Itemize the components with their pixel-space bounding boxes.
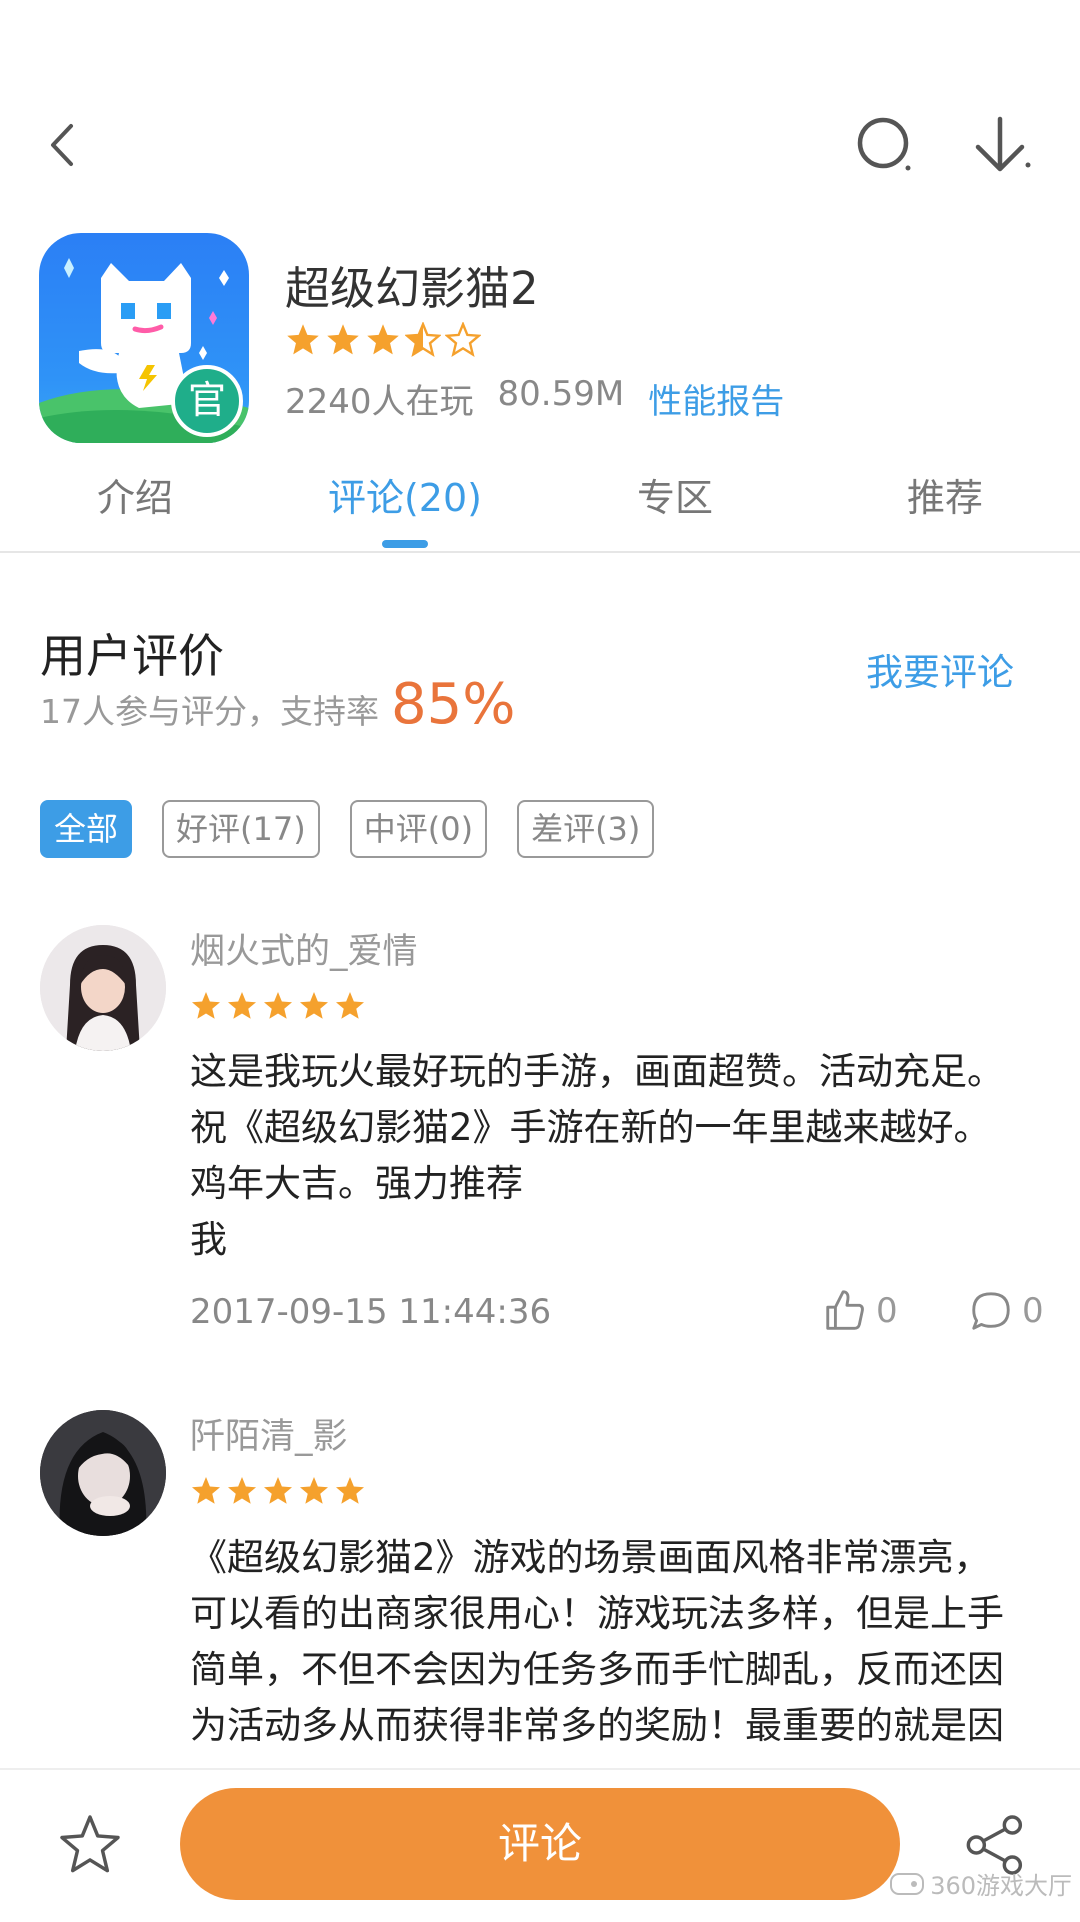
tab-intro[interactable]: 介绍 <box>0 462 270 552</box>
star-filled-icon <box>327 324 359 355</box>
review-text-line: 这是我玩火最好玩的手游，画面超赞。活动充足。 <box>190 1050 1004 1093</box>
comment-bubble-icon <box>972 1292 1010 1330</box>
star-filled-icon <box>336 1477 364 1504</box>
like-count: 0 <box>876 1291 898 1331</box>
like-button[interactable]: 0 <box>822 1288 898 1334</box>
download-arrow-icon <box>975 116 1031 172</box>
app-size: 80.59M <box>497 374 625 414</box>
download-button[interactable] <box>962 105 1042 185</box>
review-text-line: 鸡年大吉。强力推荐 <box>190 1162 523 1205</box>
review-text-line: 可以看的出商家很用心！游戏玩法多样，但是上手 <box>190 1592 1004 1635</box>
app-icon: 官 <box>39 233 249 443</box>
review-text-line: 为活动多从而获得非常多的奖励！最重要的就是因 <box>190 1704 1004 1747</box>
rating-summary: 17人参与评分，支持率 85% <box>40 672 515 737</box>
filter-negative[interactable]: 差评(3) <box>517 800 655 858</box>
star-filled-icon <box>300 1477 328 1504</box>
comment-button[interactable]: 评论 <box>180 1788 900 1900</box>
thumbs-up-icon <box>826 1290 864 1330</box>
chevron-left-icon <box>51 124 73 166</box>
player-count: 2240人在玩 <box>285 382 474 422</box>
user-avatar-icon <box>40 1410 166 1536</box>
tabs-divider <box>0 551 1080 553</box>
tab-bar: 介绍 评论(20) 专区 推荐 <box>0 462 1080 552</box>
star-filled-icon <box>300 992 328 1019</box>
tab-recommend[interactable]: 推荐 <box>810 462 1080 552</box>
star-filled-icon <box>228 992 256 1019</box>
filter-neutral[interactable]: 中评(0) <box>349 800 488 858</box>
tab-zone[interactable]: 专区 <box>540 462 810 552</box>
watermark-text: 360游戏大厅 <box>930 1872 1072 1900</box>
reviewer-name: 烟火式的_爱情 <box>190 932 418 972</box>
star-outline-icon <box>60 1815 120 1873</box>
star-filled-icon <box>287 324 319 355</box>
review-text: 这是我玩火最好玩的手游，画面超赞。活动充足。 祝《超级幻影猫2》手游在新的一年里… <box>190 1044 1050 1268</box>
review-stars <box>190 1475 366 1507</box>
rating-subtitle: 17人参与评分，支持率 <box>40 692 379 731</box>
review-stars <box>190 990 366 1022</box>
review-text-line: 简单，不但不会因为任务多而手忙脚乱，反而还因 <box>190 1648 1004 1691</box>
avatar[interactable] <box>40 925 166 1051</box>
star-filled-icon <box>228 1477 256 1504</box>
official-badge: 官 <box>171 365 243 437</box>
search-button[interactable] <box>845 105 925 185</box>
star-filled-icon <box>264 1477 292 1504</box>
star-empty-icon <box>445 322 481 357</box>
official-badge-label: 官 <box>187 378 226 422</box>
reply-button[interactable]: 0 <box>968 1288 1044 1334</box>
star-filled-icon <box>336 992 364 1019</box>
review-text: 《超级幻影猫2》游戏的场景画面风格非常漂亮， 可以看的出商家很用心！游戏玩法多样… <box>190 1530 1050 1754</box>
tab-comments[interactable]: 评论(20) <box>270 462 540 552</box>
support-percent: 85% <box>391 672 516 737</box>
star-filled-icon <box>264 992 292 1019</box>
back-button[interactable] <box>28 110 98 180</box>
watermark: 360游戏大厅 <box>890 1866 1072 1901</box>
favorite-button[interactable] <box>50 1800 130 1890</box>
star-filled-icon <box>192 992 220 1019</box>
review-filters: 全部 好评(17) 中评(0) 差评(3) <box>40 800 655 858</box>
filter-positive[interactable]: 好评(17) <box>162 800 320 858</box>
search-icon <box>857 117 911 171</box>
app-meta: 2240人在玩 80.59M 性能报告 <box>285 374 784 423</box>
write-review-link[interactable]: 我要评论 <box>866 642 1014 696</box>
review-date: 2017-09-15 11:44:36 <box>190 1292 552 1332</box>
star-filled-icon <box>192 1477 220 1504</box>
star-filled-icon <box>367 324 399 355</box>
performance-report-link[interactable]: 性能报告 <box>648 374 784 423</box>
comment-count: 0 <box>1022 1291 1044 1331</box>
review-text-line: 《超级幻影猫2》游戏的场景画面风格非常漂亮， <box>190 1536 991 1579</box>
app-rating-stars <box>285 322 481 358</box>
avatar[interactable] <box>40 1410 166 1536</box>
user-avatar-icon <box>40 925 166 1051</box>
filter-all[interactable]: 全部 <box>40 800 133 858</box>
gamepad-icon <box>890 1872 925 1895</box>
review-text-line: 祝《超级幻影猫2》手游在新的一年里越来越好。 <box>190 1106 991 1149</box>
app-title: 超级幻影猫2 <box>285 262 539 315</box>
reviewer-name: 阡陌清_影 <box>190 1417 348 1457</box>
review-text-line: 我 <box>190 1218 227 1261</box>
star-half-icon <box>405 322 441 357</box>
active-tab-indicator <box>382 540 428 548</box>
